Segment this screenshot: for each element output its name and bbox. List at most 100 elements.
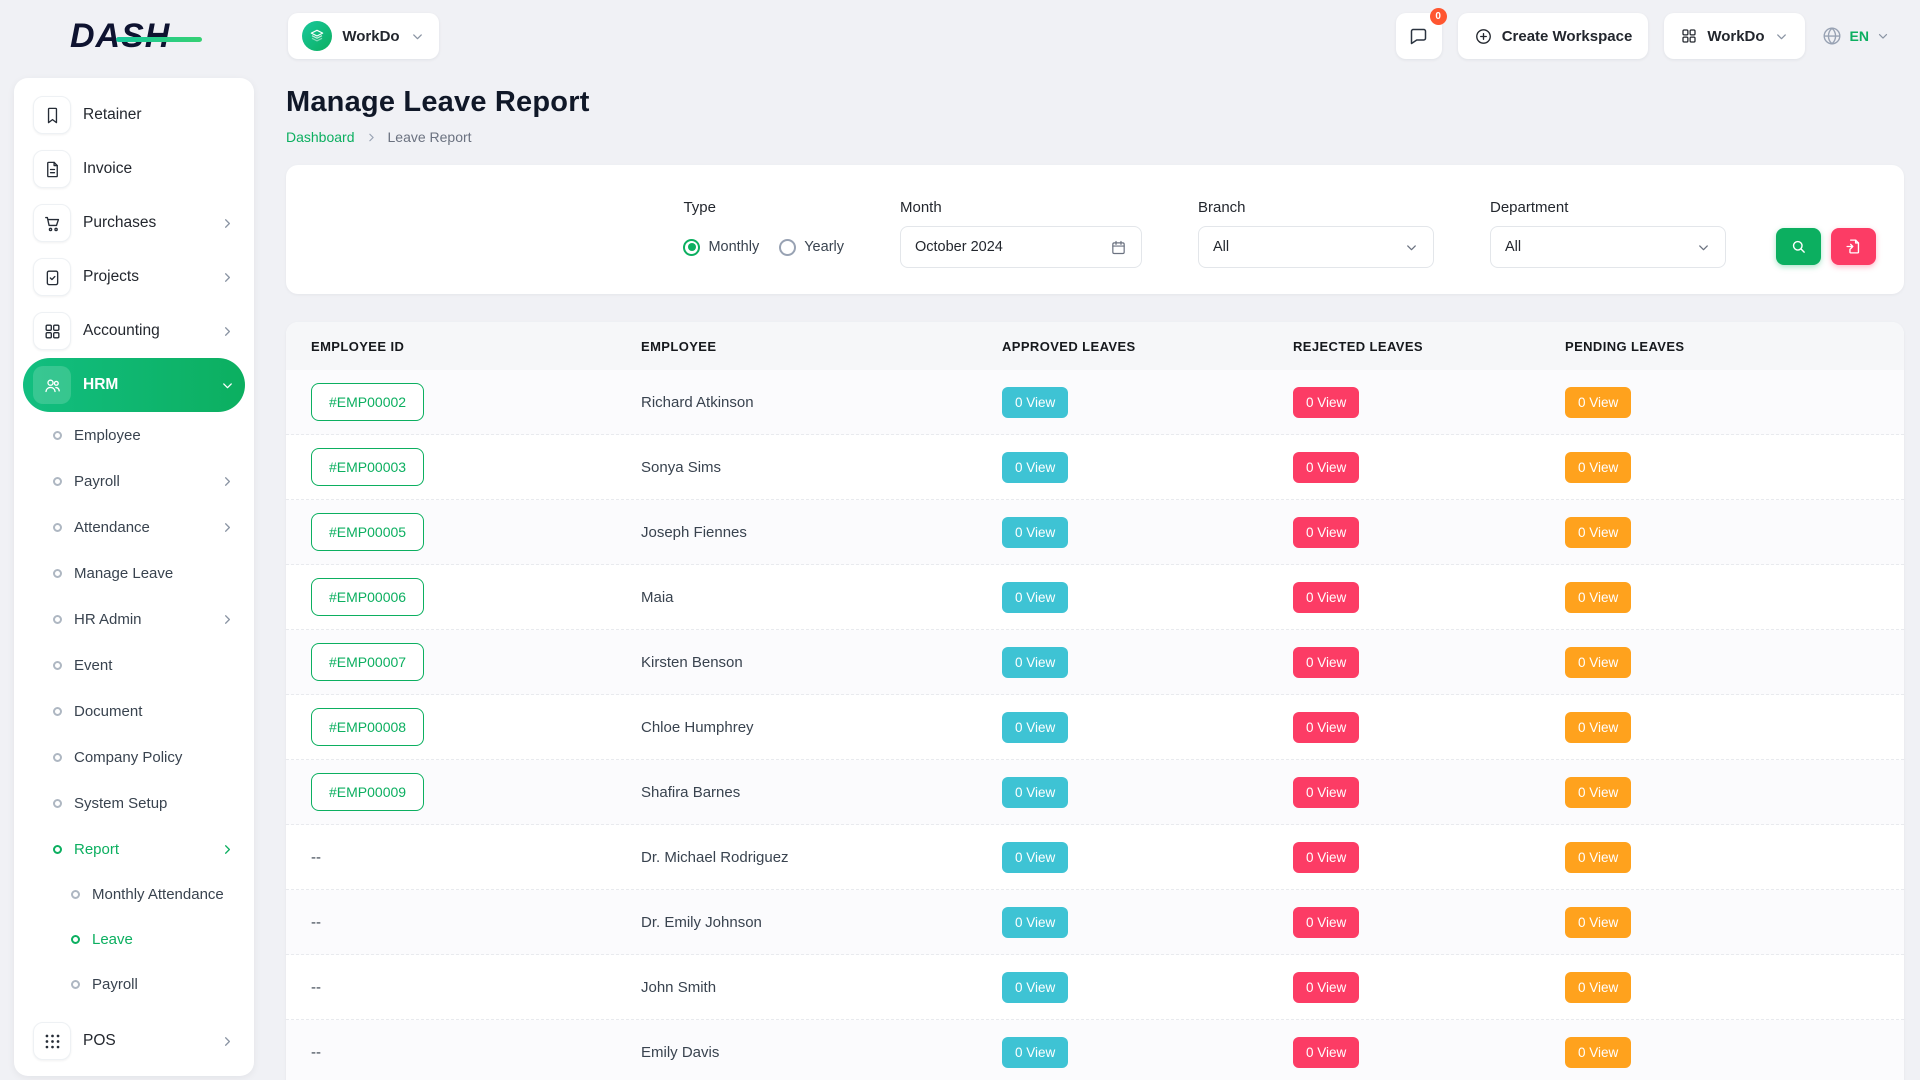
employee-id-badge[interactable]: #EMP00007 (311, 643, 424, 681)
approved-view-button[interactable]: 0 View (1002, 777, 1068, 808)
sidebar-subitem-monthly-attendance[interactable]: Monthly Attendance (23, 872, 245, 917)
sidebar-subitem-event[interactable]: Event (23, 642, 245, 688)
month-input[interactable]: October 2024 (900, 226, 1142, 268)
create-workspace-button[interactable]: Create Workspace (1458, 13, 1649, 59)
employee-name: Sonya Sims (616, 459, 977, 476)
rejected-view-button[interactable]: 0 View (1293, 777, 1359, 808)
table-row: -- John Smith 0 View 0 View 0 View (286, 955, 1904, 1020)
invoice-icon (33, 150, 71, 188)
employee-id-badge[interactable]: #EMP00002 (311, 383, 424, 421)
messages-button[interactable]: 0 (1396, 13, 1442, 59)
sidebar-item-invoice[interactable]: Invoice (23, 142, 245, 196)
rejected-view-button[interactable]: 0 View (1293, 712, 1359, 743)
sidebar-item-retainer[interactable]: Retainer (23, 88, 245, 142)
pending-view-button[interactable]: 0 View (1565, 1037, 1631, 1068)
sidebar-subitem-payroll[interactable]: Payroll (23, 458, 245, 504)
approved-view-button[interactable]: 0 View (1002, 972, 1068, 1003)
pending-view-button[interactable]: 0 View (1565, 972, 1631, 1003)
language-selector[interactable]: EN (1821, 25, 1890, 47)
create-workspace-label: Create Workspace (1502, 28, 1633, 45)
bullet-icon (53, 707, 62, 716)
approved-view-button[interactable]: 0 View (1002, 387, 1068, 418)
approved-view-button[interactable]: 0 View (1002, 647, 1068, 678)
approved-view-button[interactable]: 0 View (1002, 907, 1068, 938)
department-select[interactable]: All (1490, 226, 1726, 268)
rejected-view-button[interactable]: 0 View (1293, 842, 1359, 873)
projects-icon (33, 258, 71, 296)
sidebar-item-pos[interactable]: POS (23, 1014, 245, 1068)
sidebar-subitem-employee[interactable]: Employee (23, 412, 245, 458)
hrm-submenu: Employee Payroll Attendance Manage Leave… (23, 412, 245, 872)
employee-id-badge[interactable]: #EMP00009 (311, 773, 424, 811)
rejected-view-button[interactable]: 0 View (1293, 647, 1359, 678)
employee-id-badge[interactable]: #EMP00003 (311, 448, 424, 486)
breadcrumb-dashboard[interactable]: Dashboard (286, 129, 355, 145)
rejected-view-button[interactable]: 0 View (1293, 907, 1359, 938)
sidebar-subitem-system-setup[interactable]: System Setup (23, 780, 245, 826)
month-filter-group: Month October 2024 (900, 199, 1142, 268)
employee-id-badge[interactable]: #EMP00005 (311, 513, 424, 551)
search-button[interactable] (1776, 228, 1821, 265)
department-filter-group: Department All (1490, 199, 1726, 268)
bullet-icon (53, 477, 62, 486)
pending-view-button[interactable]: 0 View (1565, 777, 1631, 808)
sidebar-subitem-report[interactable]: Report (23, 826, 245, 872)
sidebar-subitem-payroll[interactable]: Payroll (23, 962, 245, 1007)
bullet-icon (53, 431, 62, 440)
sidebar-subitem-company-policy[interactable]: Company Policy (23, 734, 245, 780)
pending-view-button[interactable]: 0 View (1565, 712, 1631, 743)
chevron-right-icon (220, 612, 235, 627)
breadcrumb-current: Leave Report (388, 129, 472, 145)
approved-view-button[interactable]: 0 View (1002, 712, 1068, 743)
workspace-selector[interactable]: WorkDo (288, 13, 438, 59)
workdo-menu-button[interactable]: WorkDo (1664, 13, 1804, 59)
sidebar-subitem-attendance[interactable]: Attendance (23, 504, 245, 550)
pending-view-button[interactable]: 0 View (1565, 842, 1631, 873)
radio-monthly[interactable]: Monthly (683, 239, 759, 256)
pending-view-button[interactable]: 0 View (1565, 452, 1631, 483)
approved-view-button[interactable]: 0 View (1002, 1037, 1068, 1068)
app-logo[interactable]: DASH (70, 17, 180, 56)
rejected-view-button[interactable]: 0 View (1293, 582, 1359, 613)
rejected-view-button[interactable]: 0 View (1293, 517, 1359, 548)
approved-view-button[interactable]: 0 View (1002, 517, 1068, 548)
employee-id-badge[interactable]: #EMP00006 (311, 578, 424, 616)
approved-view-button[interactable]: 0 View (1002, 582, 1068, 613)
logo-text: DASH (70, 17, 170, 55)
pending-view-button[interactable]: 0 View (1565, 907, 1631, 938)
table-row: -- Dr. Emily Johnson 0 View 0 View 0 Vie… (286, 890, 1904, 955)
rejected-view-button[interactable]: 0 View (1293, 972, 1359, 1003)
rejected-view-button[interactable]: 0 View (1293, 452, 1359, 483)
pending-view-button[interactable]: 0 View (1565, 517, 1631, 548)
col-pending-leaves: PENDING LEAVES (1540, 339, 1904, 354)
rejected-view-button[interactable]: 0 View (1293, 1037, 1359, 1068)
branch-select[interactable]: All (1198, 226, 1434, 268)
bullet-icon (53, 845, 62, 854)
top-header: DASH WorkDo 0 Create Workspace WorkDo EN (0, 0, 1920, 72)
col-employee-id: EMPLOYEE ID (286, 339, 616, 354)
approved-view-button[interactable]: 0 View (1002, 842, 1068, 873)
pending-view-button[interactable]: 0 View (1565, 582, 1631, 613)
sidebar-item-projects[interactable]: Projects (23, 250, 245, 304)
employee-id-badge[interactable]: #EMP00008 (311, 708, 424, 746)
sidebar-item-accounting[interactable]: Accounting (23, 304, 245, 358)
sidebar-item-purchases[interactable]: Purchases (23, 196, 245, 250)
sidebar-subitem-leave[interactable]: Leave (23, 917, 245, 962)
export-button[interactable] (1831, 228, 1876, 265)
approved-view-button[interactable]: 0 View (1002, 452, 1068, 483)
sidebar-item-hrm[interactable]: HRM (23, 358, 245, 412)
sidebar-subitem-document[interactable]: Document (23, 688, 245, 734)
employee-name: Shafira Barnes (616, 784, 977, 801)
rejected-view-button[interactable]: 0 View (1293, 387, 1359, 418)
type-label: Type (683, 199, 844, 216)
sidebar-subitem-hr-admin[interactable]: HR Admin (23, 596, 245, 642)
employee-name: John Smith (616, 979, 977, 996)
radio-yearly[interactable]: Yearly (779, 239, 844, 256)
pending-view-button[interactable]: 0 View (1565, 387, 1631, 418)
chevron-right-icon (220, 324, 235, 339)
leave-report-table: EMPLOYEE ID EMPLOYEE APPROVED LEAVES REJ… (286, 322, 1904, 1080)
employee-id-empty: -- (311, 849, 321, 866)
pending-view-button[interactable]: 0 View (1565, 647, 1631, 678)
filter-card: Type Monthly Yearly Month October 2024 B… (286, 165, 1904, 294)
sidebar-subitem-manage-leave[interactable]: Manage Leave (23, 550, 245, 596)
